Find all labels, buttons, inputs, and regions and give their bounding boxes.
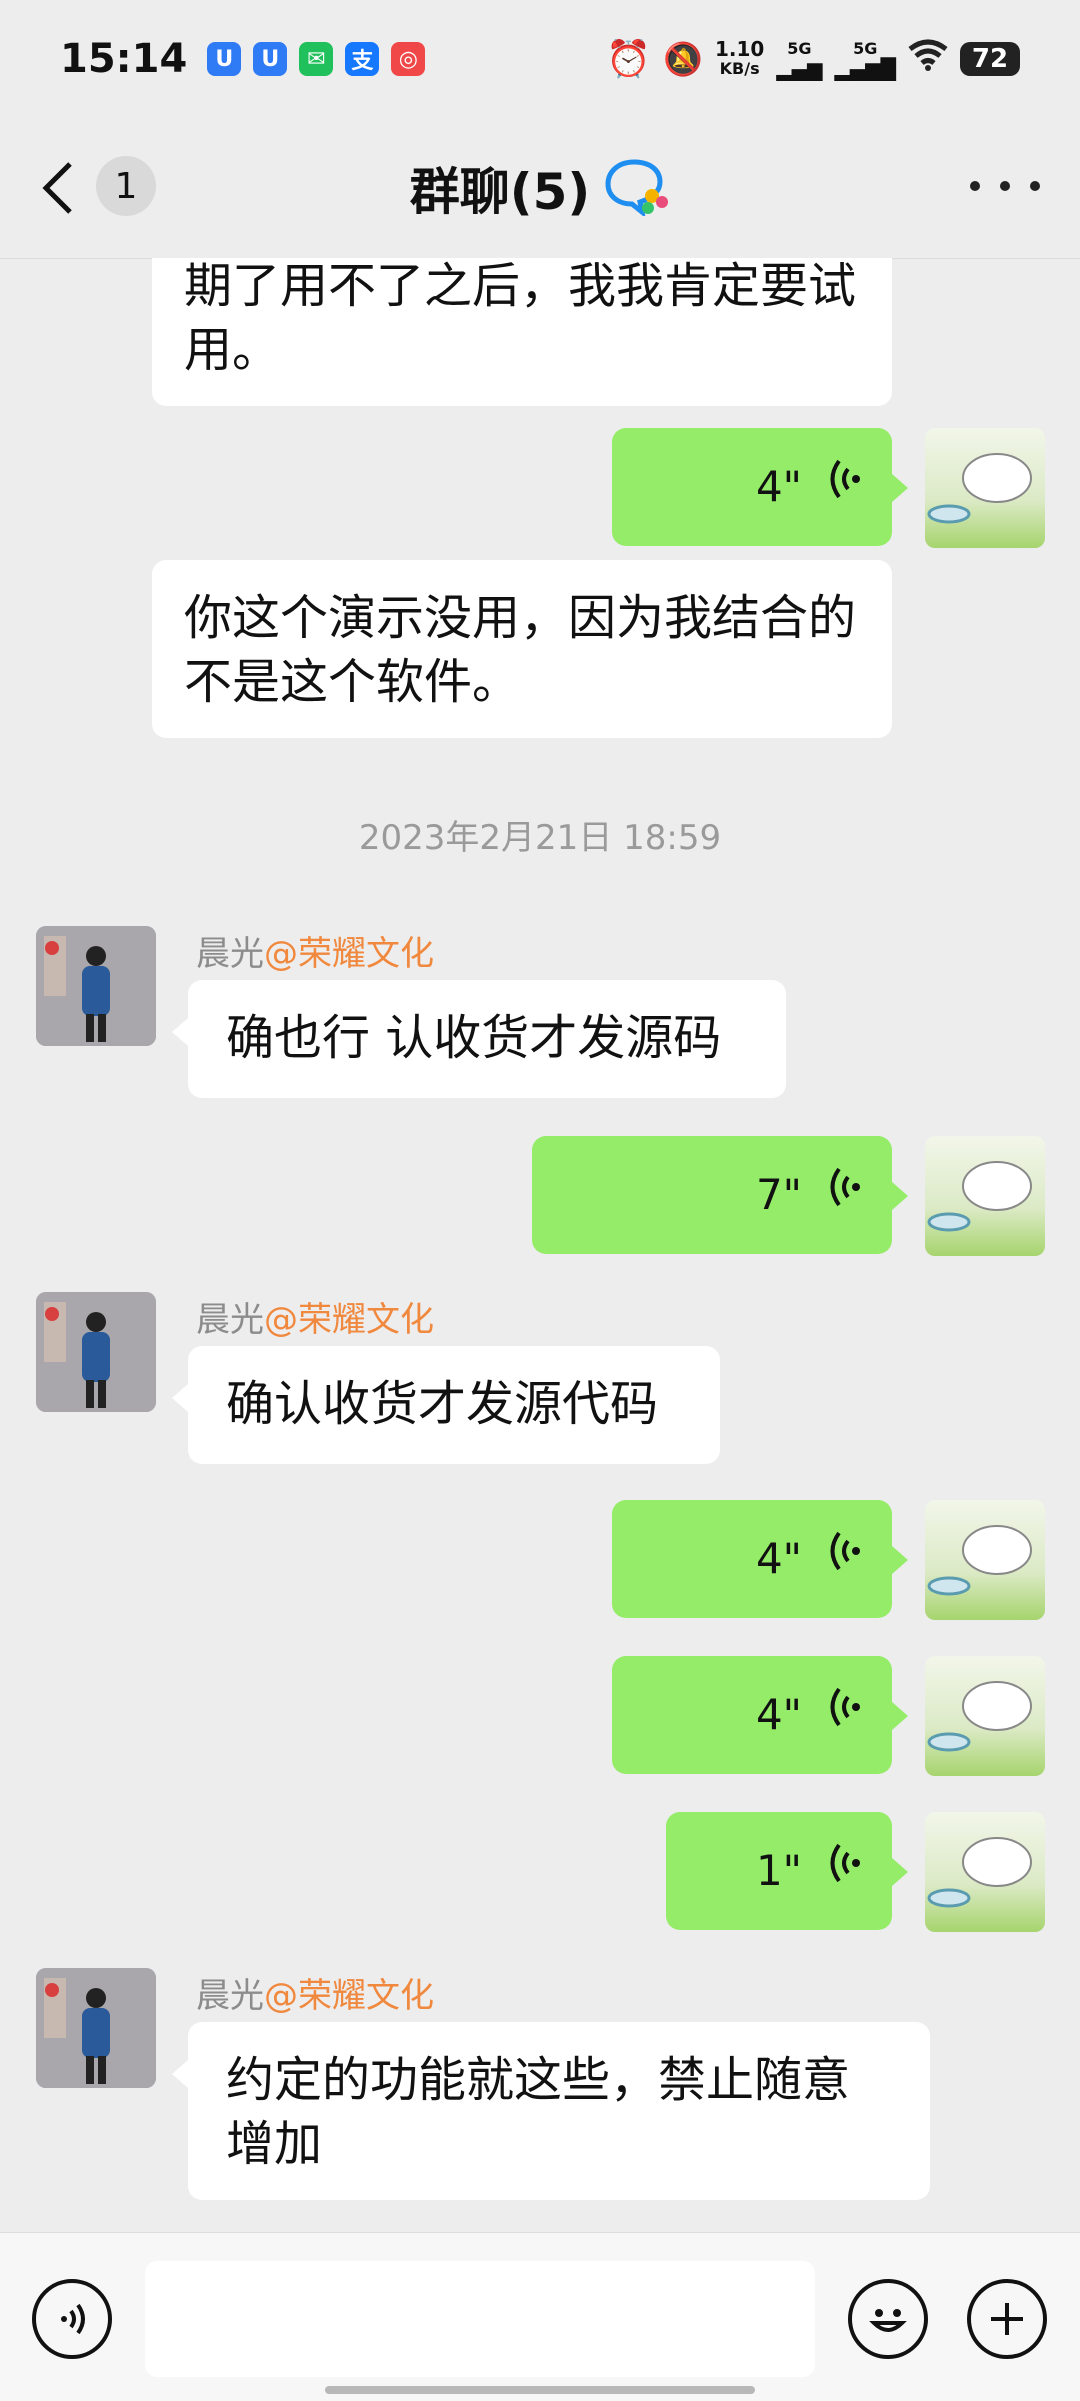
message-text: 确也行 认收货才发源码	[226, 1010, 722, 1066]
message-bubble[interactable]: 确也行 认收货才发源码	[188, 980, 786, 1098]
voice-duration: 7"	[755, 1170, 802, 1219]
bubble-tail	[172, 2060, 188, 2088]
sender-name: 晨光@荣耀文化	[196, 934, 434, 974]
my-avatar[interactable]	[925, 428, 1045, 548]
wifi-icon	[908, 39, 948, 80]
message-text: 约定的功能就这些，禁止随意增加	[226, 2052, 851, 2172]
voice-input-button[interactable]	[32, 2279, 112, 2359]
message-input[interactable]	[145, 2261, 815, 2377]
signal-1-icon: 5G ▂▄▆	[776, 39, 823, 81]
voice-message-bubble[interactable]: 4"	[612, 428, 892, 546]
message-bubble[interactable]: 期了用不了之后，我我肯定要试用。	[152, 258, 892, 406]
bubble-tail	[892, 1546, 908, 1574]
voice-wave-icon	[826, 1163, 862, 1227]
status-bar: 15:14 U U ✉ 支 ◎ ⏰ 🔕 1.10 KB/s 5G ▂▄▆ 5G ▂▄▆…	[0, 0, 1080, 118]
sender-avatar[interactable]	[36, 926, 156, 1046]
app-notify-icon: U	[253, 42, 288, 76]
chat-timestamp: 2023年2月21日 18:59	[358, 818, 722, 858]
bubble-tail	[892, 1858, 908, 1886]
my-avatar[interactable]	[925, 1656, 1045, 1776]
sender-avatar[interactable]	[36, 1968, 156, 2088]
input-bar	[0, 2232, 1080, 2401]
status-time: 15:14	[60, 36, 188, 82]
voice-wave-icon	[826, 1683, 862, 1747]
wechat-notify-icon: ✉	[299, 42, 334, 76]
voice-wave-icon	[826, 1527, 862, 1591]
bubble-tail	[892, 1702, 908, 1730]
dot	[1030, 181, 1040, 191]
my-avatar[interactable]	[925, 1136, 1045, 1256]
message-bubble[interactable]: 确认收货才发源代码	[188, 1346, 720, 1464]
chat-header: 1 群聊(5)	[0, 118, 1080, 259]
my-avatar[interactable]	[925, 1500, 1045, 1620]
group-chat-icon	[604, 156, 670, 220]
voice-duration: 1"	[755, 1846, 802, 1895]
app-notify-icon: U	[207, 42, 242, 76]
alarm-icon: ⏰	[606, 39, 652, 80]
dot	[1000, 181, 1010, 191]
music-notify-icon: ◎	[391, 42, 426, 76]
bubble-tail	[172, 1384, 188, 1412]
more-options-button[interactable]	[970, 166, 1040, 206]
smiley-icon	[869, 2309, 907, 2332]
voice-message-bubble[interactable]: 4"	[612, 1500, 892, 1618]
net-speed: 1.10 KB/s	[714, 37, 765, 78]
chevron-left-icon	[42, 162, 72, 214]
alipay-notify-icon: 支	[345, 42, 380, 76]
message-list[interactable]: 期了用不了之后，我我肯定要试用。 4" 你这个演示没用，因为我结合的不是这个软件…	[0, 258, 1080, 2228]
message-bubble[interactable]: 约定的功能就这些，禁止随意增加	[188, 2022, 930, 2200]
voice-message-bubble[interactable]: 4"	[612, 1656, 892, 1774]
more-functions-button[interactable]	[967, 2279, 1047, 2359]
voice-duration: 4"	[755, 462, 802, 511]
voice-wave-icon	[826, 1839, 862, 1903]
sender-name: 晨光@荣耀文化	[196, 1976, 434, 2016]
signal-2-icon: 5G ▂▄▆█	[834, 39, 896, 81]
unread-count-badge: 1	[96, 156, 156, 216]
voice-icon	[61, 2303, 85, 2335]
emoji-button[interactable]	[848, 2279, 928, 2359]
message-text: 期了用不了之后，我我肯定要试用。	[184, 258, 857, 378]
bubble-tail	[172, 1018, 188, 1046]
message-text: 确认收货才发源代码	[226, 1376, 659, 1432]
home-indicator[interactable]	[325, 2386, 755, 2394]
bubble-tail	[892, 474, 908, 502]
message-text: 你这个演示没用，因为我结合的不是这个软件。	[184, 590, 857, 710]
sender-name: 晨光@荣耀文化	[196, 1300, 434, 1340]
dot	[970, 181, 980, 191]
voice-wave-icon	[826, 455, 862, 519]
my-avatar[interactable]	[925, 1812, 1045, 1932]
plus-icon	[991, 2303, 1023, 2335]
message-bubble[interactable]: 你这个演示没用，因为我结合的不是这个软件。	[152, 560, 892, 738]
bubble-tail	[892, 1182, 908, 1210]
voice-message-bubble[interactable]: 1"	[666, 1812, 892, 1930]
voice-message-bubble[interactable]: 7"	[532, 1136, 892, 1254]
mute-icon: 🔕	[663, 40, 703, 78]
back-button[interactable]	[40, 156, 100, 220]
sender-avatar[interactable]	[36, 1292, 156, 1412]
chat-title: 群聊(5)	[409, 163, 591, 221]
battery-indicator: 72	[960, 42, 1020, 76]
voice-duration: 4"	[755, 1690, 802, 1739]
voice-duration: 4"	[755, 1534, 802, 1583]
